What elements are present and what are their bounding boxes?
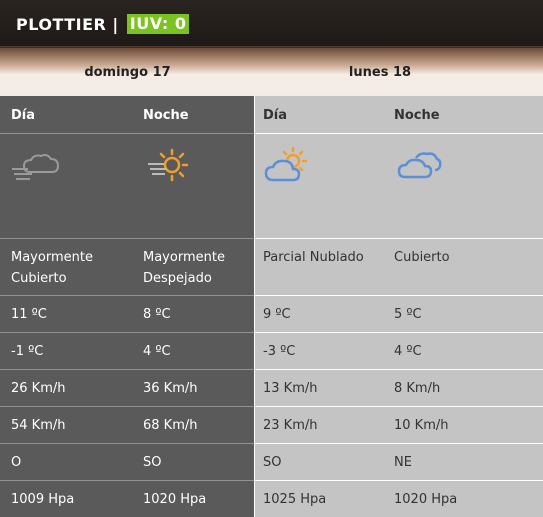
wind-value: 8 Km/h — [394, 381, 441, 396]
header-title: PLOTTIER | IUV: 0 — [16, 13, 190, 35]
period-label: Noche — [143, 108, 189, 123]
condition-text: Parcial Nublado — [263, 250, 364, 265]
pressure-value: 1009 Hpa — [11, 492, 75, 507]
temp-max-value: 9 ºC — [263, 307, 291, 322]
forecast-column-sun-day: Día Mayormente Cubierto 11 ºC -1 ºC 26 K… — [0, 96, 132, 517]
temp-max-row: 8 ºC — [132, 296, 254, 333]
period-row: Día — [255, 96, 386, 134]
spacer-row — [132, 201, 254, 239]
iuv-badge: IUV: 0 — [126, 14, 190, 34]
gust-row: 68 Km/h — [132, 407, 254, 444]
period-label: Día — [11, 108, 36, 123]
period-row: Noche — [386, 96, 543, 134]
pressure-value: 1025 Hpa — [263, 492, 327, 507]
location-header: PLOTTIER | IUV: 0 — [0, 0, 543, 47]
gust-value: 54 Km/h — [11, 418, 66, 433]
pressure-value: 1020 Hpa — [143, 492, 207, 507]
description-row: Mayormente Cubierto — [0, 239, 132, 296]
sun-wind-icon — [146, 146, 192, 186]
description-row: Parcial Nublado — [255, 239, 386, 296]
direction-row: NE — [386, 444, 543, 481]
wind-direction-value: SO — [143, 455, 162, 470]
condition-text: Mayormente Despejado — [143, 250, 225, 286]
direction-row: SO — [255, 444, 386, 481]
wind-direction-value: O — [11, 455, 22, 470]
forecast-grid: Día Mayormente Cubierto 11 ºC -1 ºC 26 K… — [0, 96, 543, 517]
wind-row: 26 Km/h — [0, 370, 132, 407]
location-name: PLOTTIER | — [16, 14, 119, 34]
direction-row: SO — [132, 444, 254, 481]
temp-min-value: -1 ºC — [11, 344, 44, 359]
period-label: Noche — [394, 108, 440, 123]
pressure-row: 1025 Hpa — [255, 481, 386, 517]
gust-row: 10 Km/h — [386, 407, 543, 444]
forecast-column-sun-night: Noche Mayormente Despejado 8 ºC 4 ºC 36 … — [132, 96, 254, 517]
gust-value: 10 Km/h — [394, 418, 449, 433]
temp-max-row: 5 ºC — [386, 296, 543, 333]
gust-row: 23 Km/h — [255, 407, 386, 444]
wind-direction-value: SO — [263, 455, 282, 470]
forecast-column-mon-day: Día Parcial Nublado 9 ºC -3 ºC 13 Km/h 2… — [254, 96, 386, 517]
gust-row: 54 Km/h — [0, 407, 132, 444]
spacer-row — [386, 201, 543, 239]
temp-max-value: 5 ºC — [394, 307, 422, 322]
period-label: Día — [263, 108, 288, 123]
icon-row — [255, 134, 386, 201]
description-row: Cubierto — [386, 239, 543, 296]
forecast-column-mon-night: Noche Cubierto 5 ºC 4 ºC 8 Km/h 10 Km/h — [386, 96, 543, 517]
temp-min-row: 4 ºC — [386, 333, 543, 370]
gust-value: 68 Km/h — [143, 418, 198, 433]
temp-min-row: 4 ºC — [132, 333, 254, 370]
icon-row — [132, 134, 254, 201]
wind-direction-value: NE — [394, 455, 412, 470]
day-label-sunday: domingo 17 — [84, 65, 171, 80]
cloudy-icon — [396, 150, 442, 182]
temp-max-row: 9 ºC — [255, 296, 386, 333]
wind-row: 13 Km/h — [255, 370, 386, 407]
gust-value: 23 Km/h — [263, 418, 318, 433]
pressure-row: 1020 Hpa — [132, 481, 254, 517]
period-row: Día — [0, 96, 132, 134]
temp-max-value: 8 ºC — [143, 307, 171, 322]
pressure-value: 1020 Hpa — [394, 492, 458, 507]
temp-max-row: 11 ºC — [0, 296, 132, 333]
wind-value: 13 Km/h — [263, 381, 318, 396]
spacer-row — [0, 201, 132, 239]
temp-min-value: 4 ºC — [394, 344, 422, 359]
day-label-monday: lunes 18 — [348, 65, 412, 80]
condition-text: Mayormente Cubierto — [11, 250, 93, 286]
wind-value: 26 Km/h — [11, 381, 66, 396]
period-row: Noche — [132, 96, 254, 134]
temp-max-value: 11 ºC — [11, 307, 47, 322]
wind-value: 36 Km/h — [143, 381, 198, 396]
spacer-row — [255, 201, 386, 239]
direction-row: O — [0, 444, 132, 481]
cloud-wind-icon — [10, 150, 62, 184]
partly-cloudy-icon — [263, 146, 311, 186]
icon-row — [386, 134, 543, 201]
condition-text: Cubierto — [394, 250, 450, 265]
temp-min-row: -1 ºC — [0, 333, 132, 370]
temp-min-value: -3 ºC — [263, 344, 296, 359]
temp-min-value: 4 ºC — [143, 344, 171, 359]
temp-min-row: -3 ºC — [255, 333, 386, 370]
icon-row — [0, 134, 132, 201]
pressure-row: 1009 Hpa — [0, 481, 132, 517]
day-headers: domingo 17 lunes 18 — [0, 48, 543, 96]
pressure-row: 1020 Hpa — [386, 481, 543, 517]
wind-row: 36 Km/h — [132, 370, 254, 407]
description-row: Mayormente Despejado — [132, 239, 254, 296]
wind-row: 8 Km/h — [386, 370, 543, 407]
